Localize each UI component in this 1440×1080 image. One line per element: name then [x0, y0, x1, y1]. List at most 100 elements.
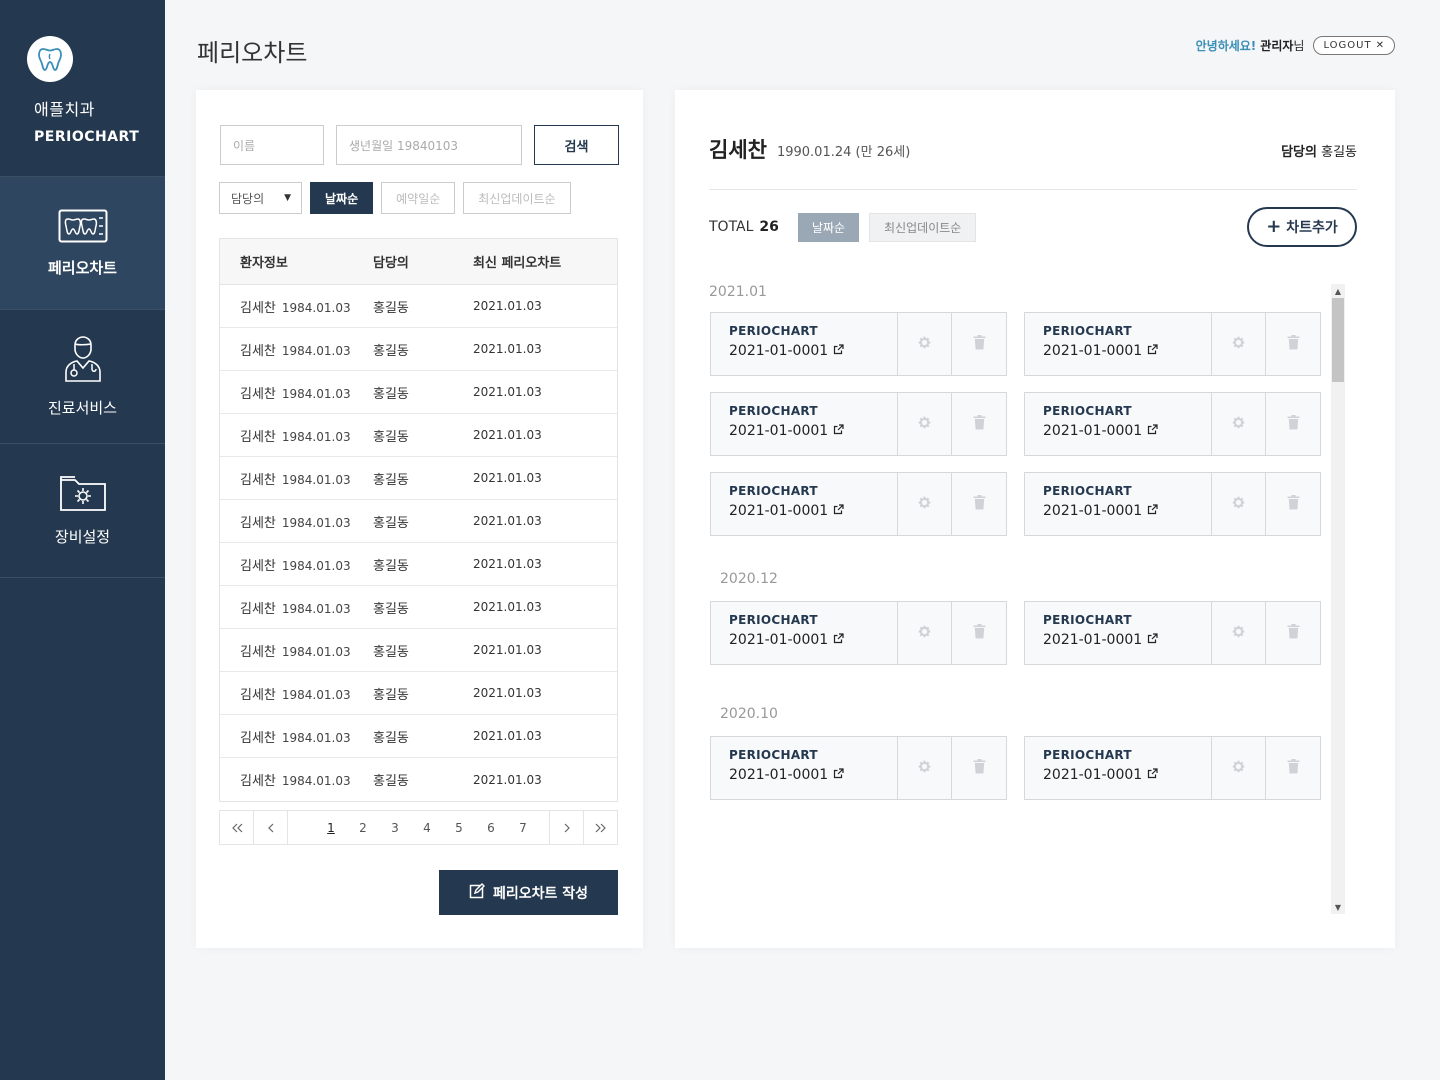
chart-card-open[interactable]: PERIOCHART 2021-01-0001: [711, 737, 899, 799]
patient-detail-panel: 김세찬 1990.01.24 (만 26세) 담당의 홍길동 TOTAL 26 …: [675, 90, 1395, 948]
chart-settings-button[interactable]: [898, 473, 953, 535]
write-periochart-button[interactable]: 페리오차트 작성: [439, 870, 618, 915]
scrollbar-thumb[interactable]: [1332, 298, 1344, 382]
chart-settings-button[interactable]: [898, 393, 953, 455]
chart-delete-button[interactable]: [1266, 393, 1320, 455]
table-row[interactable]: 김세찬 1984.01.03 홍길동 2021.01.03: [220, 543, 617, 586]
table-row[interactable]: 김세찬 1984.01.03 홍길동 2021.01.03: [220, 328, 617, 371]
external-link-icon[interactable]: [833, 632, 844, 648]
page-number[interactable]: 2: [347, 821, 379, 835]
external-link-icon[interactable]: [833, 503, 844, 519]
chart-delete-button[interactable]: [1266, 602, 1320, 664]
sidebar-item-equipment-settings[interactable]: 장비설정: [0, 444, 165, 578]
next-page-button[interactable]: [549, 811, 583, 844]
last-page-button[interactable]: [583, 811, 617, 844]
chart-settings-button[interactable]: [898, 737, 953, 799]
sidebar-item-clinic-service[interactable]: 진료서비스: [0, 310, 165, 444]
table-row[interactable]: 김세찬 1984.01.03 홍길동 2021.01.03: [220, 715, 617, 758]
chart-card-open[interactable]: PERIOCHART 2021-01-0001: [711, 602, 899, 664]
chart-sort-updated-chip[interactable]: 최신업데이트순: [869, 212, 977, 242]
table-row[interactable]: 김세찬 1984.01.03 홍길동 2021.01.03: [220, 285, 617, 328]
table-row[interactable]: 김세찬 1984.01.03 홍길동 2021.01.03: [220, 371, 617, 414]
close-icon: ✕: [1375, 40, 1385, 51]
chart-card-title: PERIOCHART: [729, 748, 818, 762]
chart-settings-button[interactable]: [1212, 313, 1267, 375]
cell-birth: 1984.01.03: [281, 558, 351, 573]
caret-down-icon: ▼: [284, 193, 291, 203]
doctor-icon: [63, 335, 103, 387]
chart-group-label: 2021.01: [709, 284, 767, 300]
chart-delete-button[interactable]: [1266, 313, 1320, 375]
table-row[interactable]: 김세찬 1984.01.03 홍길동 2021.01.03: [220, 457, 617, 500]
external-link-icon[interactable]: [1147, 767, 1158, 783]
sidebar-item-periochart[interactable]: 페리오차트: [0, 176, 165, 310]
external-link-icon[interactable]: [1147, 632, 1158, 648]
page-number[interactable]: 7: [507, 821, 539, 835]
chart-settings-button[interactable]: [898, 602, 953, 664]
sort-updated-chip[interactable]: 최신업데이트순: [463, 182, 571, 214]
search-button[interactable]: 검색: [534, 125, 619, 165]
external-link-icon[interactable]: [833, 343, 844, 359]
cell-patient-info: 김세찬 1984.01.03: [220, 555, 373, 574]
table-row[interactable]: 김세찬 1984.01.03 홍길동 2021.01.03: [220, 629, 617, 672]
doctor-select[interactable]: 담당의 ▼: [219, 182, 302, 214]
chart-card-title: PERIOCHART: [1043, 324, 1132, 338]
chart-list-scrollbar[interactable]: ▲ ▼: [1331, 284, 1345, 914]
external-link-icon[interactable]: [1147, 343, 1158, 359]
chart-delete-button[interactable]: [952, 602, 1006, 664]
table-row[interactable]: 김세찬 1984.01.03 홍길동 2021.01.03: [220, 500, 617, 543]
chart-settings-button[interactable]: [1212, 602, 1267, 664]
first-page-button[interactable]: [220, 811, 254, 844]
patient-name: 김세찬: [709, 138, 767, 162]
name-input[interactable]: 이름: [220, 125, 324, 165]
chart-delete-button[interactable]: [1266, 737, 1320, 799]
cell-patient-info: 김세찬 1984.01.03: [220, 598, 373, 617]
scroll-up-icon[interactable]: ▲: [1331, 284, 1345, 298]
external-link-icon[interactable]: [833, 423, 844, 439]
cell-doctor: 홍길동: [373, 644, 409, 660]
chart-card-open[interactable]: PERIOCHART 2021-01-0001: [711, 473, 899, 535]
chart-card-open[interactable]: PERIOCHART 2021-01-0001: [1025, 473, 1213, 535]
birthdate-input[interactable]: 생년월일 19840103: [336, 125, 522, 165]
chart-settings-button[interactable]: [898, 313, 953, 375]
logout-button[interactable]: LOGOUT ✕: [1313, 36, 1395, 55]
page-number[interactable]: 4: [411, 821, 443, 835]
chart-delete-button[interactable]: [952, 737, 1006, 799]
chart-sort-date-chip[interactable]: 날짜순: [797, 212, 860, 242]
cell-latest-chart: 2021.01.03: [473, 600, 542, 614]
chart-delete-button[interactable]: [952, 313, 1006, 375]
chart-settings-button[interactable]: [1212, 393, 1267, 455]
table-row[interactable]: 김세찬 1984.01.03 홍길동 2021.01.03: [220, 672, 617, 715]
chart-card-list[interactable]: 2021.01 PERIOCHART 2021-01-0001 PERIOCHART 2…: [709, 284, 1357, 914]
add-chart-button[interactable]: + 차트추가: [1247, 207, 1357, 247]
page-number[interactable]: 6: [475, 821, 507, 835]
table-row[interactable]: 김세찬 1984.01.03 홍길동 2021.01.03: [220, 586, 617, 629]
chart-delete-button[interactable]: [1266, 473, 1320, 535]
chart-card-open[interactable]: PERIOCHART 2021-01-0001: [1025, 313, 1213, 375]
table-row[interactable]: 김세찬 1984.01.03 홍길동 2021.01.03: [220, 758, 617, 801]
chart-settings-button[interactable]: [1212, 473, 1267, 535]
external-link-icon[interactable]: [833, 767, 844, 783]
chart-card-open[interactable]: PERIOCHART 2021-01-0001: [1025, 737, 1213, 799]
page-number[interactable]: 3: [379, 821, 411, 835]
chart-delete-button[interactable]: [952, 473, 1006, 535]
sort-appointment-chip[interactable]: 예약일순: [381, 182, 456, 214]
cell-birth: 1984.01.03: [281, 601, 351, 616]
page-number[interactable]: 1: [315, 821, 347, 835]
cell-doctor: 홍길동: [373, 601, 409, 617]
chart-card-open[interactable]: PERIOCHART 2021-01-0001: [1025, 602, 1213, 664]
chart-delete-button[interactable]: [952, 393, 1006, 455]
prev-page-button[interactable]: [254, 811, 288, 844]
chart-card-open[interactable]: PERIOCHART 2021-01-0001: [711, 313, 899, 375]
page-number[interactable]: 5: [443, 821, 475, 835]
chart-settings-button[interactable]: [1212, 737, 1267, 799]
scroll-down-icon[interactable]: ▼: [1331, 900, 1345, 914]
pagination: 1234567: [219, 810, 618, 845]
table-row[interactable]: 김세찬 1984.01.03 홍길동 2021.01.03: [220, 414, 617, 457]
external-link-icon[interactable]: [1147, 423, 1158, 439]
sort-date-chip[interactable]: 날짜순: [310, 182, 374, 214]
chart-card-title: PERIOCHART: [1043, 404, 1132, 418]
external-link-icon[interactable]: [1147, 503, 1158, 519]
chart-card-open[interactable]: PERIOCHART 2021-01-0001: [711, 393, 899, 455]
chart-card-open[interactable]: PERIOCHART 2021-01-0001: [1025, 393, 1213, 455]
